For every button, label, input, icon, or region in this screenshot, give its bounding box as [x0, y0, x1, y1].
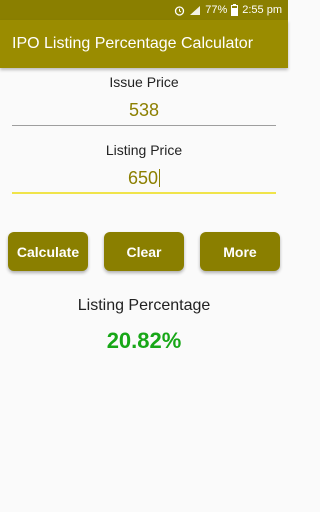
clock: 2:55 pm: [242, 4, 282, 16]
issue-price-value: 538: [128, 100, 160, 120]
result-label: Listing Percentage: [77, 297, 211, 314]
status-bar: 77% 2:55 pm: [0, 0, 288, 20]
app-title: IPO Listing Percentage Calculator: [12, 35, 254, 52]
listing-price-value: 650: [127, 167, 159, 188]
more-button[interactable]: More: [200, 232, 280, 271]
battery-percentage: 77%: [205, 4, 228, 16]
issue-price-input[interactable]: 538: [12, 96, 276, 126]
battery-icon: [231, 4, 239, 16]
text-cursor: [159, 169, 161, 187]
listing-price-label: Listing Price: [105, 142, 183, 158]
listing-price-input[interactable]: 650: [12, 164, 276, 194]
issue-price-label: Issue Price: [109, 74, 179, 90]
alarm-icon: [174, 5, 185, 16]
clear-button[interactable]: Clear: [104, 232, 184, 271]
calculate-button[interactable]: Calculate: [8, 232, 88, 271]
signal-icon: [189, 5, 201, 16]
result-value: 20.82%: [106, 328, 182, 353]
app-bar: IPO Listing Percentage Calculator: [0, 20, 288, 68]
